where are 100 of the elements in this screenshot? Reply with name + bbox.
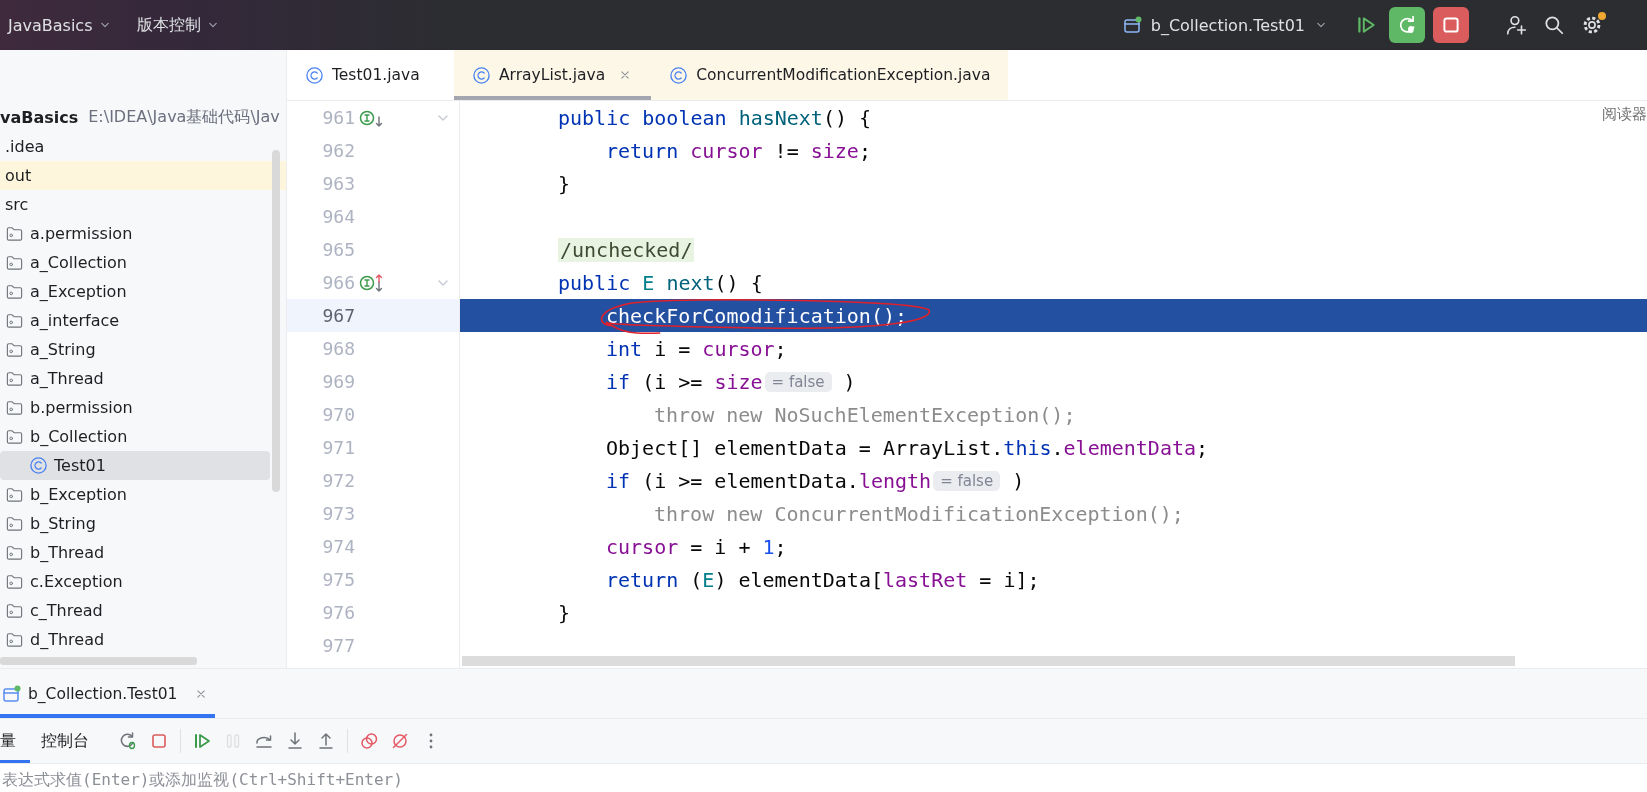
folder-icon bbox=[5, 514, 24, 533]
tree-label: b_Exception bbox=[30, 485, 127, 504]
step-out-icon[interactable] bbox=[316, 731, 336, 751]
tree-item[interactable]: b_Collection bbox=[0, 422, 270, 451]
class-icon bbox=[472, 65, 491, 85]
line-number: 967 bbox=[321, 305, 355, 326]
code-text: ) bbox=[842, 369, 856, 394]
code-text: return (E) elementData[lastRet = i]; bbox=[606, 567, 1040, 592]
eval-field[interactable]: 表达式求值(Enter)或添加监视(Ctrl+Shift+Enter) bbox=[0, 764, 1647, 792]
editor-tab[interactable]: ConcurrentModificationException.java bbox=[651, 50, 1009, 100]
stop-icon bbox=[1440, 14, 1462, 36]
tree-item[interactable]: .idea bbox=[0, 132, 270, 161]
code-text: int i = cursor; bbox=[606, 336, 787, 361]
breakpoints-icon[interactable] bbox=[359, 731, 379, 751]
code-text: } bbox=[558, 171, 571, 196]
editor-tab[interactable]: ArrayList.java bbox=[454, 50, 652, 100]
code-text: checkForComodification(); bbox=[606, 303, 908, 328]
tree-label: c.Exception bbox=[30, 572, 123, 591]
tree-item[interactable]: c_Thread bbox=[0, 596, 270, 625]
tree-item[interactable]: a_Thread bbox=[0, 364, 270, 393]
line-number: 974 bbox=[321, 536, 355, 557]
code-text: public E next() { bbox=[558, 270, 763, 295]
tree-item[interactable]: a_interface bbox=[0, 306, 270, 335]
class-icon bbox=[29, 456, 48, 475]
rerun-icon[interactable] bbox=[118, 731, 138, 751]
project-path: E:\IDEA\Java基础代码\Jav bbox=[88, 106, 280, 128]
tree-item[interactable]: src bbox=[0, 190, 270, 219]
tree-item[interactable]: b_String bbox=[0, 509, 270, 538]
class-icon bbox=[305, 65, 324, 85]
inline-hint: = false bbox=[764, 371, 832, 392]
tree-label: a_Exception bbox=[30, 282, 127, 301]
tree-label: a_Thread bbox=[30, 369, 104, 388]
step-into-icon[interactable] bbox=[285, 731, 305, 751]
vcs-menu[interactable]: 版本控制 bbox=[128, 14, 229, 36]
tree-item[interactable]: d_Thread bbox=[0, 625, 270, 654]
scrollbar[interactable] bbox=[0, 657, 197, 665]
code-text: } bbox=[558, 600, 571, 625]
tree-item[interactable]: a_Exception bbox=[0, 277, 270, 306]
project-name: vaBasics bbox=[0, 107, 79, 127]
tree-item[interactable]: out bbox=[0, 161, 286, 190]
folder-icon bbox=[5, 282, 24, 301]
doc-comment: /unchecked/ bbox=[558, 237, 695, 262]
tree-label: a_String bbox=[30, 340, 96, 359]
resume-icon[interactable] bbox=[1355, 14, 1377, 36]
search-icon[interactable] bbox=[1543, 14, 1565, 36]
tree-label: src bbox=[5, 195, 29, 214]
folder-icon bbox=[5, 398, 24, 417]
tree-item[interactable]: b_Thread bbox=[0, 538, 270, 567]
folder-icon bbox=[5, 340, 24, 359]
reader-mode-label[interactable]: 阅读器 bbox=[1602, 105, 1647, 124]
tree-label: Test01 bbox=[54, 456, 106, 475]
code-text: throw new ConcurrentModificationException(); bbox=[654, 501, 1184, 526]
tree-label: .idea bbox=[5, 137, 45, 156]
folder-icon bbox=[5, 427, 24, 446]
stop-button[interactable] bbox=[1433, 7, 1469, 43]
tree-label: b_String bbox=[30, 514, 96, 533]
tree-label: a.permission bbox=[30, 224, 133, 243]
implementation-marker-icon[interactable] bbox=[359, 272, 383, 293]
tree-item[interactable]: b_Exception bbox=[0, 480, 270, 509]
tree-item[interactable]: b.permission bbox=[0, 393, 270, 422]
session-tab[interactable]: b_Collection.Test01 bbox=[0, 669, 215, 718]
project-menu[interactable]: JavaBasics bbox=[0, 15, 121, 35]
panel-tab[interactable]: 控制台 bbox=[41, 719, 103, 763]
tree-label: d_Thread bbox=[30, 630, 105, 649]
line-number: 971 bbox=[321, 437, 355, 458]
window-icon bbox=[2, 683, 22, 704]
folder-icon bbox=[5, 253, 24, 272]
tree-label: b_Thread bbox=[30, 543, 105, 562]
scrollbar[interactable] bbox=[462, 656, 1515, 666]
folder-icon bbox=[5, 543, 24, 562]
tree-item[interactable]: a_Collection bbox=[0, 248, 270, 277]
line-number: 962 bbox=[321, 140, 355, 161]
line-number: 969 bbox=[321, 371, 355, 392]
line-number: 977 bbox=[321, 635, 355, 656]
run-config-menu[interactable]: b_Collection.Test01 bbox=[1114, 15, 1337, 35]
rerun-debug-button[interactable] bbox=[1389, 7, 1425, 43]
tree-item[interactable]: a_String bbox=[0, 335, 270, 364]
mute-breakpoints-icon[interactable] bbox=[390, 731, 410, 751]
line-number: 973 bbox=[321, 503, 355, 524]
folder-icon bbox=[5, 601, 24, 620]
resume-icon[interactable] bbox=[192, 731, 212, 751]
tree-label: a_Collection bbox=[30, 253, 127, 272]
tree-item[interactable]: Test01 bbox=[0, 451, 270, 480]
folder-icon bbox=[5, 485, 24, 504]
stop-icon[interactable] bbox=[149, 731, 169, 751]
add-user-icon[interactable] bbox=[1505, 14, 1527, 36]
code-text: ) bbox=[1011, 468, 1025, 493]
folder-icon bbox=[5, 311, 24, 330]
code-text: if (i >= elementData.length bbox=[606, 468, 932, 493]
scrollbar[interactable] bbox=[272, 150, 280, 492]
settings-icon[interactable] bbox=[1581, 14, 1603, 36]
folder-icon bbox=[5, 224, 24, 243]
tree-item[interactable]: a.permission bbox=[0, 219, 270, 248]
tree-label: a_interface bbox=[30, 311, 120, 330]
tree-item[interactable]: c.Exception bbox=[0, 567, 270, 596]
tree-label: c_Thread bbox=[30, 601, 103, 620]
editor-tab[interactable]: Test01.java bbox=[287, 50, 454, 100]
inline-hint: = false bbox=[933, 470, 1001, 491]
code-text: return cursor != size; bbox=[606, 138, 871, 163]
tree-label: b_Collection bbox=[30, 427, 128, 446]
